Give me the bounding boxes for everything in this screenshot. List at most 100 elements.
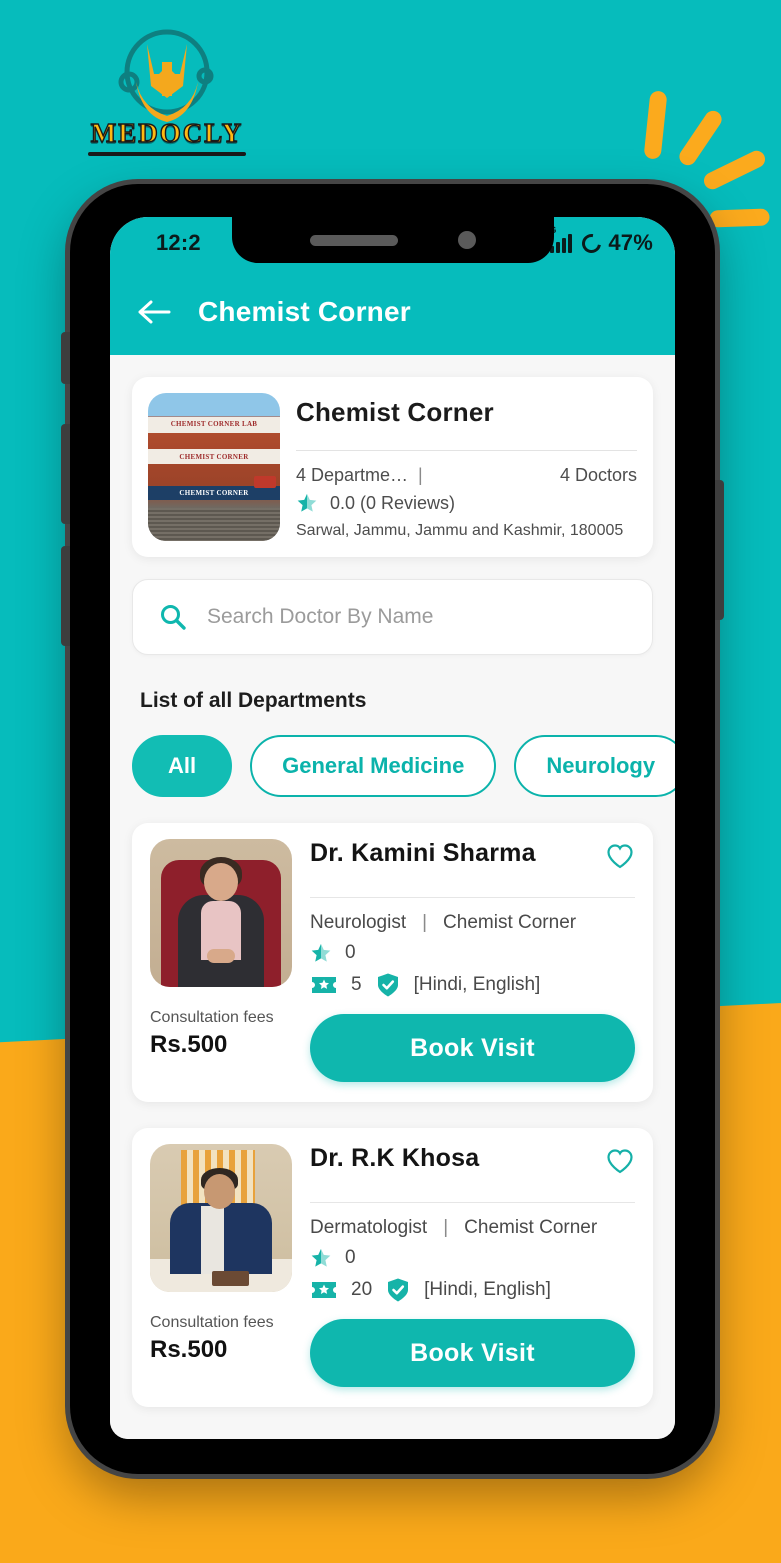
book-visit-button[interactable]: Book Visit xyxy=(310,1319,635,1387)
caduceus-logo-icon xyxy=(118,29,214,122)
consultation-fees-value: Rs.500 xyxy=(150,1031,228,1058)
doctor-photo-column: Consultation fees Rs.500 xyxy=(150,1144,292,1387)
heart-outline-icon[interactable] xyxy=(605,841,635,871)
photo-desk-items xyxy=(212,1271,250,1287)
clinic-stats-separator: | xyxy=(418,465,423,485)
phone-screen: 12:2 G 47% Chemist C xyxy=(110,217,675,1439)
battery-ring-icon xyxy=(578,229,606,257)
clinic-details: Chemist Corner 4 Departme… | 4 Doctors 0… xyxy=(296,393,637,541)
clinic-photo-sign-1: CHEMIST CORNER LAB xyxy=(170,420,258,429)
clinic-doctors-count: 4 Doctors xyxy=(559,465,637,485)
clinic-departments-count: 4 Departme… xyxy=(296,465,409,485)
doctor-divider xyxy=(310,1202,635,1203)
doctor-photo xyxy=(150,1144,292,1292)
clinic-info-card[interactable]: CHEMIST CORNER LAB CHEMIST CORNER CHEMIS… xyxy=(132,377,653,557)
phone-notch xyxy=(231,217,554,263)
shield-check-icon xyxy=(377,973,398,997)
doctor-photo xyxy=(150,839,292,987)
consultation-fees-label: Consultation fees xyxy=(150,1314,274,1331)
clinic-stats-row: 4 Departme… | 4 Doctors xyxy=(296,465,637,486)
consultation-fees-label: Consultation fees xyxy=(150,1009,274,1026)
doctor-card[interactable]: Consultation fees Rs.500 Dr. R.K Khosa D… xyxy=(132,1128,653,1407)
department-chip-general-medicine[interactable]: General Medicine xyxy=(250,735,497,797)
star-icon xyxy=(311,943,331,962)
phone-silent-button[interactable] xyxy=(61,332,70,384)
clinic-rating-row: 0.0 (0 Reviews) xyxy=(296,492,637,514)
doctor-specialty: Dermatologist xyxy=(310,1217,428,1238)
doctor-details: Dr. Kamini Sharma Neurologist | Chemist … xyxy=(310,839,635,1082)
clinic-address: Sarwal, Jammu, Jammu and Kashmir, 180005 xyxy=(296,522,624,539)
clinic-photo-red-sign xyxy=(254,475,276,488)
photo-head xyxy=(203,862,239,902)
signal-bar-3 xyxy=(562,238,567,253)
status-bar: 12:2 G 47% xyxy=(110,217,675,269)
ray-3 xyxy=(701,147,768,193)
doctor-photo-column: Consultation fees Rs.500 xyxy=(150,839,292,1082)
department-chip-all[interactable]: All xyxy=(132,735,233,797)
page-title: Chemist Corner xyxy=(198,296,411,327)
photo-head xyxy=(203,1173,236,1210)
doctor-rating-row: 0 xyxy=(310,942,635,964)
photo-hands xyxy=(206,948,236,964)
doctor-card[interactable]: Consultation fees Rs.500 Dr. Kamini Shar… xyxy=(132,823,653,1102)
ticket-star-icon xyxy=(312,977,336,993)
ticket-star-icon xyxy=(312,1282,336,1298)
departments-heading: List of all Departments xyxy=(140,689,367,712)
star-icon xyxy=(297,493,317,512)
department-chip-list: All General Medicine Neurology xyxy=(132,735,675,797)
doctor-divider xyxy=(310,897,635,898)
clinic-photo-sign-3: CHEMIST CORNER xyxy=(179,489,249,498)
doctor-meta-row: Dermatologist | Chemist Corner xyxy=(310,1217,635,1239)
doctor-details: Dr. R.K Khosa Dermatologist | Chemist Co… xyxy=(310,1144,635,1387)
search-input[interactable] xyxy=(207,605,626,629)
back-arrow-icon[interactable] xyxy=(138,299,172,325)
star-icon xyxy=(311,1248,331,1267)
doctor-languages: [Hindi, English] xyxy=(424,1279,551,1300)
ray-1 xyxy=(643,90,668,160)
medocly-logo: MEDOCLY xyxy=(52,26,282,156)
doctor-rating-value: 0 xyxy=(345,1247,356,1268)
logo-wordmark: MEDOCLY xyxy=(90,117,244,148)
phone-volume-up-button[interactable] xyxy=(61,424,70,524)
clinic-photo: CHEMIST CORNER LAB CHEMIST CORNER CHEMIS… xyxy=(148,393,280,541)
front-camera xyxy=(457,231,476,249)
doctor-experience-row: 5 [Hindi, English] xyxy=(310,972,635,998)
status-indicators: G 47% xyxy=(549,225,653,257)
doctor-clinic: Chemist Corner xyxy=(443,912,577,933)
earpiece-speaker xyxy=(309,234,398,246)
doctor-languages: [Hindi, English] xyxy=(413,974,541,995)
signal-bar-4 xyxy=(568,234,573,253)
photo-stripe xyxy=(201,1206,224,1275)
doctor-rating-row: 0 xyxy=(310,1247,635,1269)
clinic-name: Chemist Corner xyxy=(296,397,494,427)
logo-underline xyxy=(88,152,246,156)
doctor-specialty: Neurologist xyxy=(310,912,407,933)
doctor-name: Dr. Kamini Sharma xyxy=(310,839,536,867)
heart-outline-icon[interactable] xyxy=(605,1146,635,1176)
phone-power-button[interactable] xyxy=(715,480,724,620)
book-visit-button[interactable]: Book Visit xyxy=(310,1014,635,1082)
doctor-rating-value: 0 xyxy=(345,942,356,963)
clinic-rating-value: 0.0 (0 Reviews) xyxy=(330,492,456,513)
battery-percent-label: 47% xyxy=(608,230,653,255)
signal-bar-2 xyxy=(556,242,561,253)
doctor-experience-value: 5 xyxy=(351,974,362,995)
phone-mockup: 12:2 G 47% Chemist C xyxy=(61,184,724,1474)
status-time: 12:2 xyxy=(156,230,201,255)
signal-bars-icon: G xyxy=(549,225,573,253)
page-content: CHEMIST CORNER LAB CHEMIST CORNER CHEMIS… xyxy=(110,355,675,1439)
clinic-divider xyxy=(296,450,637,451)
consultation-fees-value: Rs.500 xyxy=(150,1336,228,1363)
search-bar[interactable] xyxy=(132,579,653,655)
doctor-experience-row: 20 [Hindi, English] xyxy=(310,1277,635,1303)
ray-4 xyxy=(709,208,770,228)
ray-2 xyxy=(676,107,725,169)
search-icon xyxy=(161,605,186,630)
shield-check-icon xyxy=(388,1278,409,1302)
doctor-meta-separator: | xyxy=(443,1217,449,1238)
phone-volume-down-button[interactable] xyxy=(61,546,70,646)
app-header: Chemist Corner xyxy=(110,269,675,355)
doctor-meta-separator: | xyxy=(422,912,428,933)
department-chip-neurology[interactable]: Neurology xyxy=(514,735,675,797)
doctor-experience-value: 20 xyxy=(351,1279,373,1300)
